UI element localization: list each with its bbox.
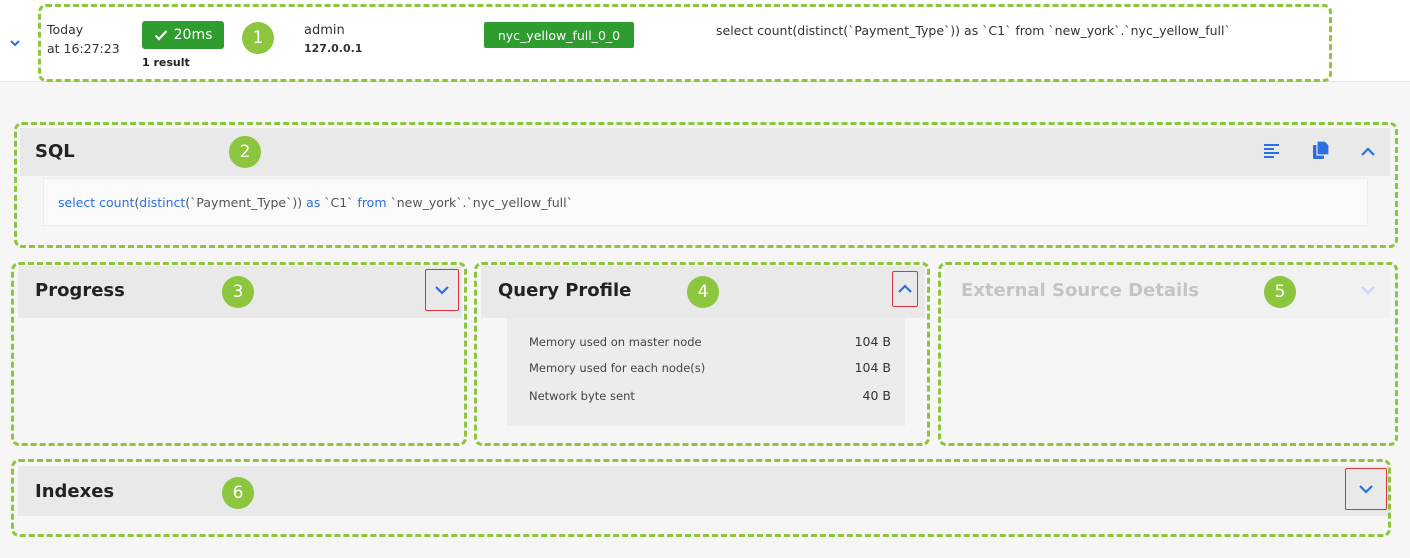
metric-value: 104 B — [854, 334, 891, 349]
result-count: 1 result — [142, 56, 190, 69]
annotation-badge: 4 — [687, 276, 719, 308]
duration-value: 20ms — [173, 27, 213, 43]
query-profile-collapse-button[interactable] — [892, 271, 918, 307]
annotation-badge: 1 — [242, 22, 274, 54]
indexes-expand-button[interactable] — [1345, 468, 1387, 510]
metric-row: Network byte sent 40 B — [529, 388, 891, 403]
sql-panel-header — [20, 128, 1390, 176]
chevron-down-icon — [1361, 286, 1375, 295]
format-align-left-icon[interactable] — [1263, 143, 1281, 159]
metric-label: Memory used for each node(s) — [529, 361, 706, 375]
query-profile-metrics: Memory used on master node 104 B Memory … — [507, 318, 905, 426]
external-source-panel-body — [944, 318, 1390, 442]
sql-text: `new_york`.`nyc_yellow_full` — [386, 194, 573, 210]
metric-label: Network byte sent — [529, 389, 635, 403]
sql-keyword: count — [99, 194, 135, 210]
query-date-time: at 16:27:23 — [47, 41, 120, 56]
sql-preview: select count(distinct(`Payment_Type`)) a… — [716, 23, 1231, 38]
sql-keyword: as — [306, 194, 321, 210]
sql-code-block: select count(distinct (`Payment_Type`)) a… — [43, 178, 1368, 226]
chevron-up-icon — [898, 284, 912, 293]
progress-panel-body — [18, 318, 462, 442]
chevron-up-icon[interactable] — [1360, 146, 1376, 158]
query-profile-panel-title: Query Profile — [498, 280, 632, 301]
query-ip: 127.0.0.1 — [304, 42, 363, 55]
sql-panel-title: SQL — [35, 141, 75, 162]
metric-label: Memory used on master node — [529, 335, 702, 349]
metric-value: 40 B — [862, 388, 891, 403]
sql-text: (`Payment_Type`)) — [185, 194, 307, 210]
external-source-panel-title: External Source Details — [961, 280, 1200, 301]
duration-badge: 20ms — [142, 21, 224, 49]
chevron-down-icon — [435, 286, 449, 295]
query-date-day: Today — [47, 22, 84, 37]
metric-row: Memory used for each node(s) 104 B — [529, 360, 891, 375]
query-history-row[interactable]: Today at 16:27:23 20ms 1 result admin 12… — [0, 0, 1410, 82]
indexes-panel-title: Indexes — [35, 481, 115, 502]
chevron-down-icon[interactable] — [9, 38, 21, 48]
sql-keyword: from — [357, 194, 387, 210]
check-icon — [154, 30, 167, 41]
sql-keyword: select — [58, 194, 100, 210]
annotation-badge: 2 — [229, 136, 261, 168]
annotation-badge: 6 — [222, 477, 254, 509]
query-user: admin — [304, 23, 345, 38]
annotation-badge: 3 — [222, 276, 254, 308]
annotation-badge: 5 — [1264, 276, 1296, 308]
sql-keyword: distinct — [139, 194, 186, 210]
table-name-badge: nyc_yellow_full_0_0 — [484, 22, 634, 48]
progress-panel-title: Progress — [35, 280, 125, 301]
copy-icon[interactable] — [1312, 140, 1330, 160]
progress-expand-button[interactable] — [425, 269, 459, 311]
metric-value: 104 B — [854, 360, 891, 375]
chevron-down-icon — [1359, 485, 1373, 494]
metric-row: Memory used on master node 104 B — [529, 334, 891, 349]
sql-text: `C1` — [320, 194, 358, 210]
